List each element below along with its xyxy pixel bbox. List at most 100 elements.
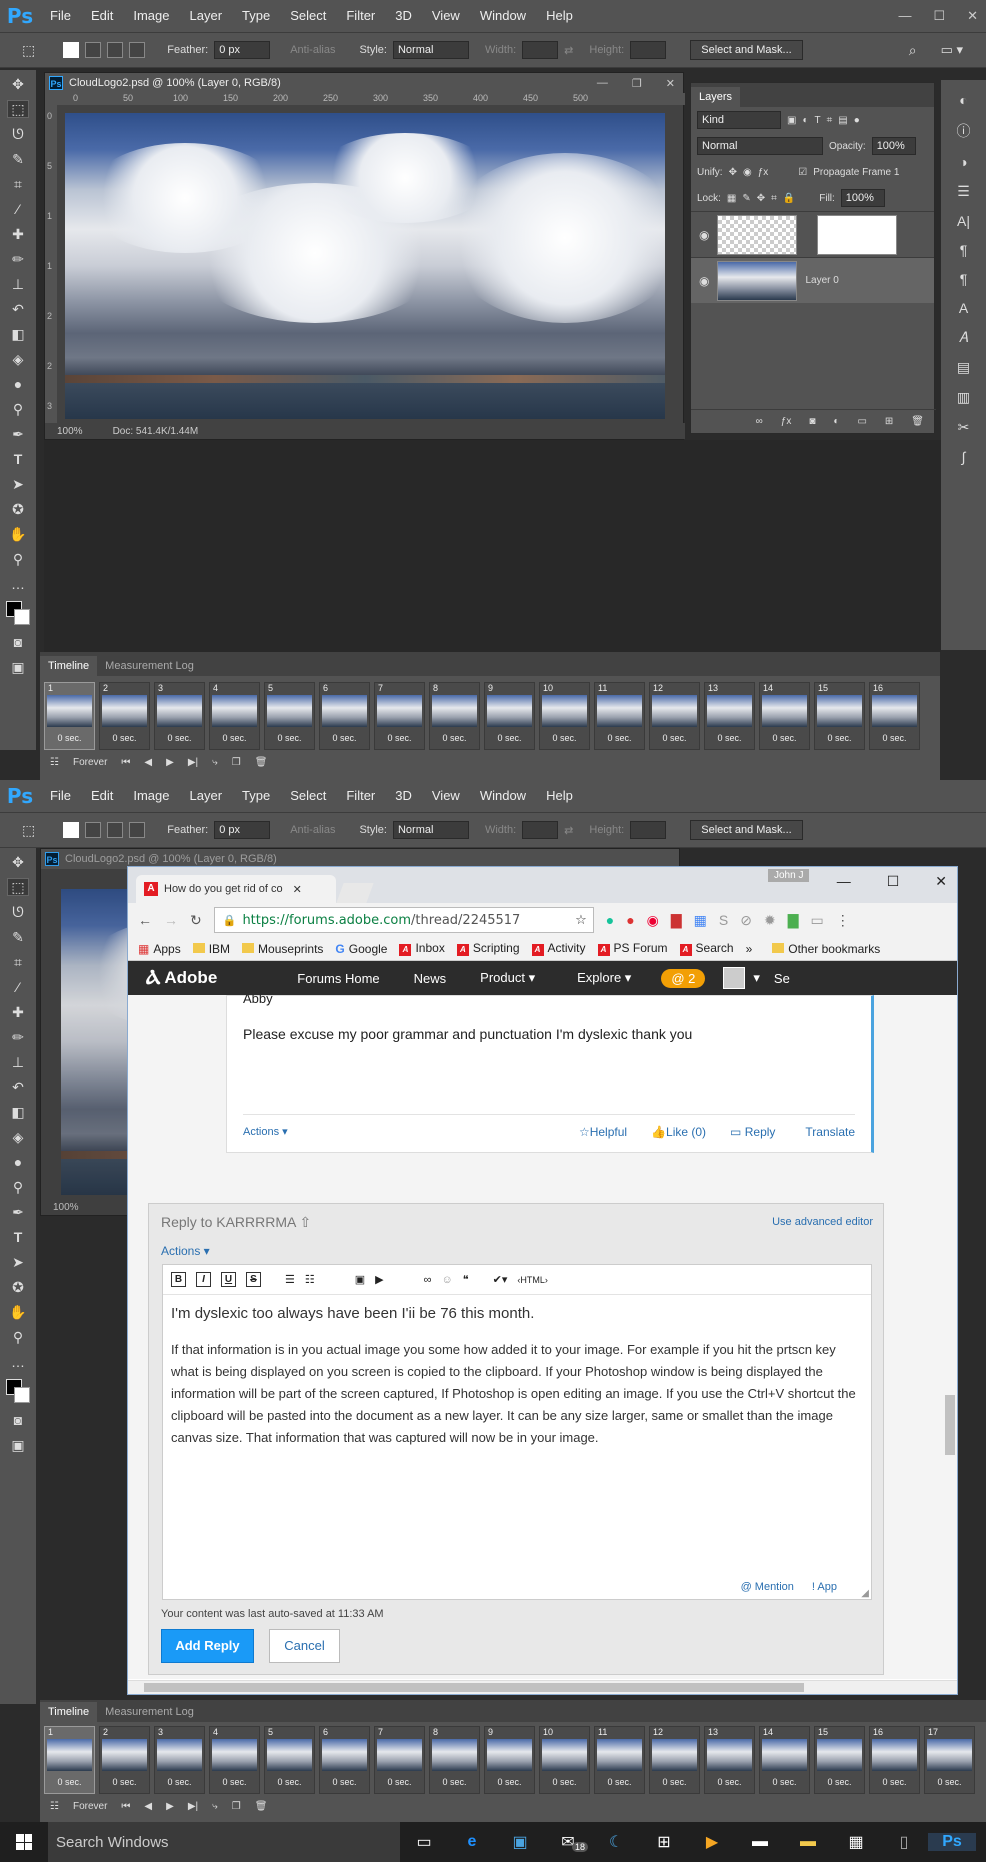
- nav-overflow[interactable]: Se: [774, 971, 790, 986]
- canvas-image[interactable]: [65, 113, 665, 419]
- prev-frame-icon[interactable]: ◀: [144, 1801, 152, 1812]
- subtract-selection-icon[interactable]: [107, 822, 124, 838]
- ext-red-icon[interactable]: ●: [626, 912, 634, 928]
- timeline-frame[interactable]: 16 0 sec.: [869, 682, 920, 750]
- filter-shape-icon[interactable]: ⌗: [827, 115, 833, 126]
- timeline-frame[interactable]: 6 0 sec.: [319, 1726, 370, 1794]
- html-button[interactable]: ‹HTML›: [517, 1275, 548, 1285]
- unify-style-icon[interactable]: ƒx: [758, 167, 769, 178]
- blur-tool-icon[interactable]: ●: [8, 376, 28, 392]
- menu-3d[interactable]: 3D: [385, 0, 422, 32]
- new-tab-button[interactable]: [336, 883, 374, 903]
- path-select-icon[interactable]: ➤: [8, 476, 28, 492]
- minimize-icon[interactable]: —: [837, 873, 851, 890]
- like-button[interactable]: 👍Like (0): [651, 1125, 706, 1139]
- timeline-frame[interactable]: 1 0 sec.: [44, 682, 95, 750]
- loop-select[interactable]: Forever: [73, 757, 107, 768]
- filter-toggle-icon[interactable]: ●: [854, 115, 860, 126]
- marquee-tool-icon[interactable]: ⬚: [7, 878, 29, 896]
- frame-delay[interactable]: 0 sec.: [112, 1777, 136, 1787]
- lock-transparent-icon[interactable]: ▦: [727, 193, 736, 204]
- terminal-icon[interactable]: ▬: [736, 1833, 784, 1851]
- frame-delay[interactable]: 0 sec.: [332, 733, 356, 743]
- media-icon[interactable]: ▶: [688, 1832, 736, 1852]
- frame-delay[interactable]: 0 sec.: [442, 1777, 466, 1787]
- frame-delay[interactable]: 0 sec.: [607, 1777, 631, 1787]
- filter-smart-icon[interactable]: ▤: [838, 115, 847, 126]
- timeline-frame[interactable]: 6 0 sec.: [319, 682, 370, 750]
- calculator-icon[interactable]: ▦: [832, 1832, 880, 1852]
- menu-filter[interactable]: Filter: [336, 0, 385, 32]
- new-layer-icon[interactable]: ⊞: [885, 416, 893, 427]
- zoom-level[interactable]: 100%: [53, 1202, 79, 1213]
- menu-window[interactable]: Window: [470, 0, 536, 32]
- menu-select[interactable]: Select: [280, 780, 336, 812]
- reply-actions-menu[interactable]: Actions ▾: [161, 1244, 210, 1258]
- address-bar[interactable]: 🔒 https://forums.adobe.com/thread/224551…: [213, 907, 594, 933]
- healing-tool-icon[interactable]: ✚: [8, 1004, 28, 1020]
- add-selection-icon[interactable]: [85, 42, 102, 58]
- intersect-selection-icon[interactable]: [129, 42, 146, 58]
- frame-delay[interactable]: 0 sec.: [497, 733, 521, 743]
- tab-layers[interactable]: Layers: [691, 87, 741, 107]
- menu-layer[interactable]: Layer: [180, 0, 233, 32]
- zoom-level[interactable]: 100%: [57, 426, 83, 437]
- doc-restore-icon[interactable]: ❐: [632, 77, 642, 90]
- timeline-frame[interactable]: 4 0 sec.: [209, 1726, 260, 1794]
- add-selection-icon[interactable]: [85, 822, 102, 838]
- frame-delay[interactable]: 0 sec.: [882, 733, 906, 743]
- menu-3d[interactable]: 3D: [385, 780, 422, 812]
- propagate-checkbox[interactable]: ☑: [798, 167, 807, 178]
- path-select-icon[interactable]: ➤: [8, 1254, 28, 1270]
- frame-delay[interactable]: 0 sec.: [937, 1777, 961, 1787]
- background-color[interactable]: [14, 1387, 30, 1403]
- frame-delay[interactable]: 0 sec.: [167, 733, 191, 743]
- ext-gear-icon[interactable]: ✹: [764, 912, 776, 929]
- tool-presets-icon[interactable]: ✂: [954, 419, 974, 436]
- forward-icon[interactable]: →: [164, 912, 178, 928]
- adjustment-icon[interactable]: ◐: [833, 416, 839, 427]
- unify-position-icon[interactable]: ✥: [729, 167, 737, 178]
- skype-icon[interactable]: S: [719, 912, 728, 928]
- chrome-profile[interactable]: John J: [768, 869, 810, 882]
- paint-bucket-icon[interactable]: ◈: [8, 1129, 28, 1145]
- layer-row-mask[interactable]: ◉: [691, 211, 934, 257]
- frame-delay[interactable]: 0 sec.: [277, 1777, 301, 1787]
- timeline-frame[interactable]: 10 0 sec.: [539, 682, 590, 750]
- timeline-frame[interactable]: 8 0 sec.: [429, 682, 480, 750]
- play-icon[interactable]: ▶: [166, 1801, 174, 1812]
- bookmark-mouseprints[interactable]: Mouseprints: [242, 942, 323, 956]
- task-view-icon[interactable]: ▭: [400, 1832, 448, 1852]
- timeline-frame[interactable]: 1 0 sec.: [44, 1726, 95, 1794]
- frame-delay[interactable]: 0 sec.: [607, 733, 631, 743]
- eraser-tool-icon[interactable]: ◧: [8, 1104, 28, 1120]
- close-icon[interactable]: ✕: [935, 873, 947, 890]
- stamp-tool-icon[interactable]: ⊥: [8, 276, 28, 292]
- first-frame-icon[interactable]: ⏮: [121, 757, 130, 768]
- tab-close-icon[interactable]: ✕: [293, 883, 302, 896]
- dodge-tool-icon[interactable]: ⚲: [8, 1179, 28, 1195]
- layer-name[interactable]: Layer 0: [805, 275, 838, 286]
- character-styles-icon[interactable]: A: [954, 300, 974, 316]
- menu-type[interactable]: Type: [232, 780, 280, 812]
- brush-presets-icon[interactable]: ∫: [954, 449, 974, 465]
- ext-image-icon[interactable]: ▭: [811, 912, 824, 929]
- frame-delay[interactable]: 0 sec.: [57, 1777, 81, 1787]
- convert-timeline-icon[interactable]: ☷: [50, 757, 59, 768]
- timeline-frame[interactable]: 16 0 sec.: [869, 1726, 920, 1794]
- timeline-frame[interactable]: 15 0 sec.: [814, 682, 865, 750]
- maximize-icon[interactable]: ☐: [887, 873, 900, 890]
- nav-news[interactable]: News: [414, 971, 447, 986]
- cancel-button[interactable]: Cancel: [269, 1629, 340, 1663]
- timeline-frame[interactable]: 9 0 sec.: [484, 682, 535, 750]
- bookmarks-overflow[interactable]: »: [746, 942, 753, 956]
- horizontal-scrollbar[interactable]: [128, 1680, 957, 1694]
- intersect-selection-icon[interactable]: [129, 822, 146, 838]
- dodge-tool-icon[interactable]: ⚲: [8, 401, 28, 417]
- menu-file[interactable]: File: [40, 0, 81, 32]
- reply-button[interactable]: ▭ Reply: [730, 1125, 775, 1139]
- notes-icon[interactable]: ▥: [954, 389, 974, 406]
- healing-tool-icon[interactable]: ✚: [8, 226, 28, 242]
- bookmark-apps[interactable]: ▦ Apps: [138, 942, 181, 956]
- frame-delay[interactable]: 0 sec.: [772, 1777, 796, 1787]
